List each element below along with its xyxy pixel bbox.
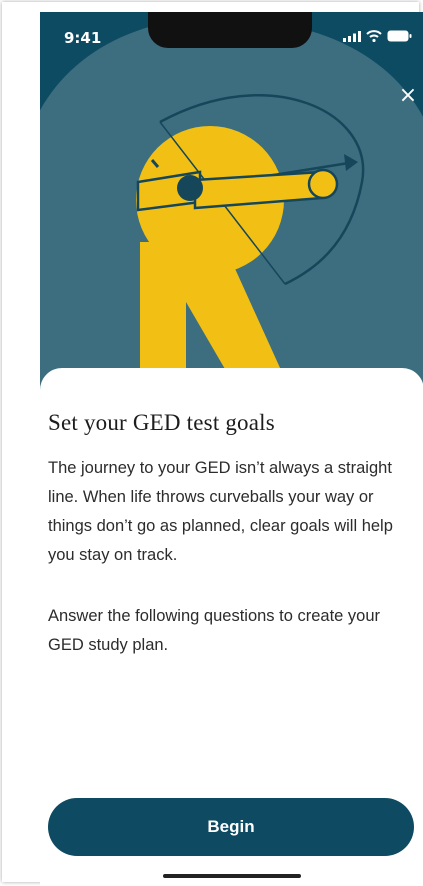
intro-paragraph: The journey to your GED isn’t always a s… [48,459,393,564]
begin-button[interactable]: Begin [48,798,414,856]
archer-hand-back [177,175,203,201]
status-bar: 9:41 [40,12,423,56]
close-icon: × [398,83,418,108]
status-time: 9:41 [64,29,102,47]
home-indicator [163,874,301,878]
close-button[interactable]: × [394,82,422,110]
instruction-paragraph: Answer the following questions to create… [48,607,381,654]
battery-icon [387,30,412,42]
wifi-icon [366,30,382,42]
archer-hand-front [307,168,339,200]
signal-icon [343,31,361,42]
archer-illustration [40,17,423,412]
content-sheet: Set your GED test goals The journey to y… [40,368,423,886]
hero-illustration [40,12,423,412]
phone-screen: 9:41 × Set your GED test goals The journ… [40,12,423,886]
device-notch [148,12,312,48]
page-title: Set your GED test goals [48,410,275,435]
status-icons [343,30,412,42]
